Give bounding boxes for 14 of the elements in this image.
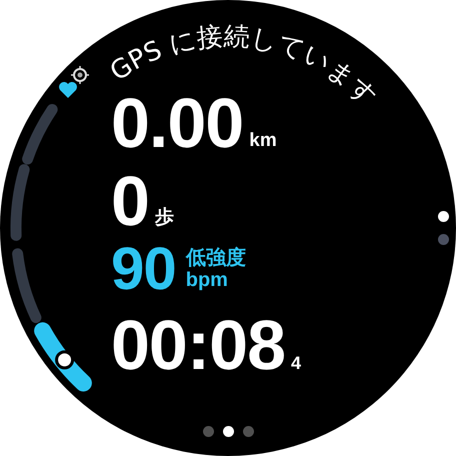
unit-label: bpm [186,269,229,291]
page-dot[interactable] [222,426,234,437]
page-dot[interactable] [242,426,254,437]
zone-label: 低強度 [186,247,246,269]
gps-icon [70,65,90,85]
page-dot[interactable] [202,426,214,437]
heart-rate-value: 90 [111,239,176,299]
tenths-digit: 4 [291,353,302,374]
unit-label: km [249,130,277,152]
unit-label: 歩 [154,206,174,230]
zone-marker [55,350,74,370]
heart-icon [59,82,77,98]
metric-value: 0 [111,166,149,236]
elapsed-time: 00:08 [111,310,286,380]
